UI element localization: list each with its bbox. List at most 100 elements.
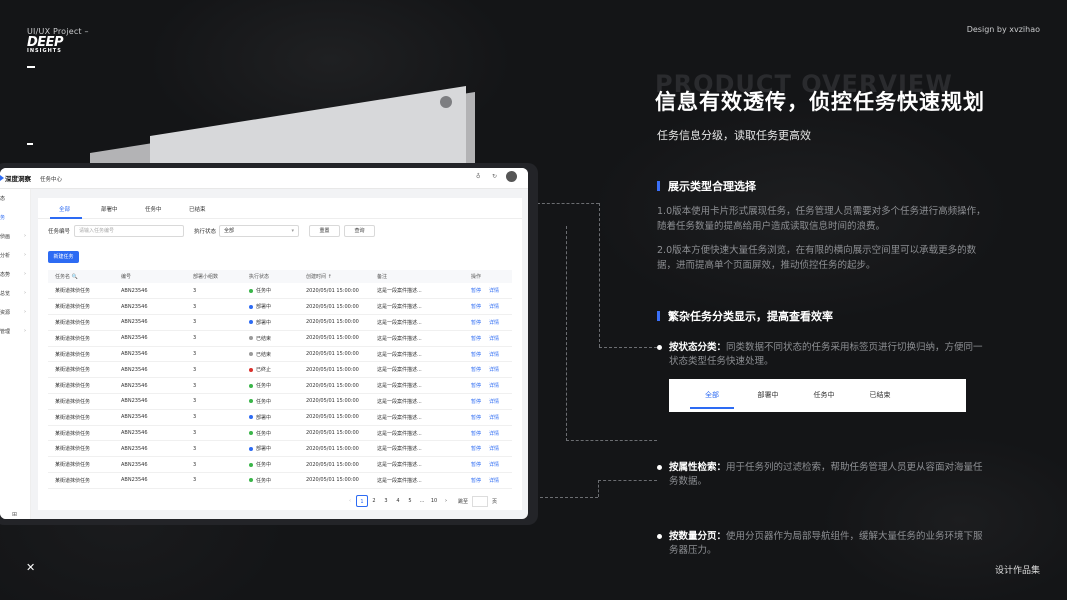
detail-link[interactable]: 详情 (489, 288, 499, 294)
pause-link[interactable]: 暂停 (471, 383, 481, 389)
page-button[interactable]: 5 (404, 495, 416, 507)
tab-demo-running[interactable]: 任务中 (796, 379, 852, 412)
designer-credit: Design by xvzihao (966, 25, 1040, 34)
table-row: 某街道抹侦任务 ABN23546 3 任务中 2020/05/01 15:00:00 这是… (48, 472, 512, 489)
pause-link[interactable]: 暂停 (471, 431, 481, 437)
group-count: 3 (186, 440, 242, 458)
query-button[interactable]: 查询 (344, 225, 375, 237)
tab-all[interactable]: 全部 (59, 205, 70, 213)
detail-link[interactable]: 详情 (489, 336, 499, 342)
status-cell: 部署中 (242, 409, 299, 426)
column-header[interactable]: 创建时间 ↑ (299, 270, 370, 283)
detail-link[interactable]: 详情 (489, 478, 499, 484)
task-name: 某街道抹侦任务 (48, 409, 114, 426)
sidebar-item[interactable]: 态 (0, 195, 30, 202)
detail-link[interactable]: 详情 (489, 415, 499, 421)
ops-cell: 暂停 详情 (464, 330, 512, 347)
tab-demo-finished[interactable]: 已结束 (852, 379, 908, 412)
status-cell: 部署中 (242, 440, 299, 458)
tab-finished[interactable]: 已结束 (189, 205, 206, 213)
page-button[interactable]: 2 (368, 495, 380, 507)
tab-demo-deploying[interactable]: 部署中 (740, 379, 796, 412)
sidebar-item[interactable]: 管理 › (0, 328, 30, 335)
pause-link[interactable]: 暂停 (471, 415, 481, 421)
page-subtitle: 任务信息分级，读取任务更高效 (657, 129, 811, 142)
page-button[interactable]: 3 (380, 495, 392, 507)
sidebar-item[interactable]: 态势 › (0, 271, 30, 278)
column-header[interactable]: 任务名 🔍 (48, 270, 114, 283)
prev-page-button[interactable]: ‹ (344, 495, 356, 507)
new-task-button[interactable]: 新建任务 (48, 251, 79, 263)
status-cell: 任务中 (242, 456, 299, 474)
task-code: ABN23546 (114, 298, 186, 316)
task-note: 这是一段案件描述... (370, 314, 464, 331)
refresh-icon[interactable]: ↻ (492, 173, 497, 180)
group-count: 3 (186, 409, 242, 426)
pause-link[interactable]: 暂停 (471, 462, 481, 468)
jump-input[interactable] (472, 495, 489, 507)
sidebar-item-active[interactable]: 务 (0, 214, 30, 221)
detail-link[interactable]: 详情 (489, 367, 499, 373)
pause-link[interactable]: 暂停 (471, 352, 481, 358)
status-cell: 任务中 (242, 393, 299, 410)
task-code: ABN23546 (114, 456, 186, 474)
tab-demo-all[interactable]: 全部 (684, 379, 740, 412)
table-row: 某街道抹侦任务 ABN23546 3 任务中 2020/05/01 15:00:00 这是… (48, 456, 512, 474)
detail-link[interactable]: 详情 (489, 383, 499, 389)
sidebar-item[interactable]: 分析 › (0, 252, 30, 259)
app-topbar: 深度洞察 任务中心 ♁ ↻ (0, 168, 528, 189)
detail-link[interactable]: 详情 (489, 462, 499, 468)
detail-link[interactable]: 详情 (489, 399, 499, 405)
create-time: 2020/05/01 15:00:00 (299, 425, 370, 442)
status-text: 已结束 (256, 351, 272, 358)
collapse-icon[interactable]: ⊞ (12, 511, 17, 518)
ops-cell: 暂停 详情 (464, 346, 512, 363)
pause-link[interactable]: 暂停 (471, 336, 481, 342)
sidebar-item[interactable]: 总览 › (0, 290, 30, 297)
task-name: 某街道抹侦任务 (48, 472, 114, 489)
detail-link[interactable]: 详情 (489, 304, 499, 310)
task-note: 这是一段案件描述... (370, 377, 464, 395)
ops-cell: 暂停 详情 (464, 283, 512, 300)
ops-cell: 暂停 详情 (464, 409, 512, 426)
sidebar-item[interactable]: 资源 › (0, 309, 30, 316)
status-cell: 已结束 (242, 346, 299, 363)
status-dot (249, 431, 253, 436)
column-header: 部署小组数 (186, 270, 242, 283)
create-time: 2020/05/01 15:00:00 (299, 346, 370, 363)
detail-link[interactable]: 详情 (489, 431, 499, 437)
sidebar-item[interactable]: 侦画 › (0, 233, 30, 240)
status-cell: 任务中 (242, 283, 299, 300)
bell-icon[interactable]: ♁ (476, 173, 480, 180)
tab-deploying[interactable]: 部署中 (101, 205, 118, 213)
page-button[interactable]: 1 (356, 495, 368, 507)
page-unit: 页 (492, 498, 498, 505)
pause-link[interactable]: 暂停 (471, 446, 481, 452)
pause-link[interactable]: 暂停 (471, 478, 481, 484)
pause-link[interactable]: 暂停 (471, 320, 481, 326)
task-note: 这是一段案件描述... (370, 440, 464, 458)
page-button[interactable]: 10 (428, 495, 440, 507)
reset-button[interactable]: 重置 (309, 225, 340, 237)
create-time: 2020/05/01 15:00:00 (299, 361, 370, 379)
status-text: 已结束 (256, 335, 272, 342)
pause-link[interactable]: 暂停 (471, 399, 481, 405)
next-page-button[interactable]: › (440, 495, 452, 507)
pause-link[interactable]: 暂停 (471, 367, 481, 373)
create-time: 2020/05/01 15:00:00 (299, 283, 370, 300)
status-dot (249, 462, 253, 467)
pause-link[interactable]: 暂停 (471, 304, 481, 310)
status-dot (249, 304, 253, 309)
avatar[interactable] (506, 171, 517, 182)
jump-label: 跳至 (458, 498, 469, 505)
detail-link[interactable]: 详情 (489, 446, 499, 452)
detail-link[interactable]: 详情 (489, 320, 499, 326)
pause-link[interactable]: 暂停 (471, 288, 481, 294)
tab-running[interactable]: 任务中 (145, 205, 162, 213)
group-count: 3 (186, 456, 242, 474)
page-button[interactable]: 4 (392, 495, 404, 507)
status-text: 任务中 (256, 462, 272, 469)
task-code-input[interactable]: 请输入任务编号 (74, 225, 184, 237)
detail-link[interactable]: 详情 (489, 352, 499, 358)
status-select[interactable]: 全部 ▾ (219, 225, 299, 237)
